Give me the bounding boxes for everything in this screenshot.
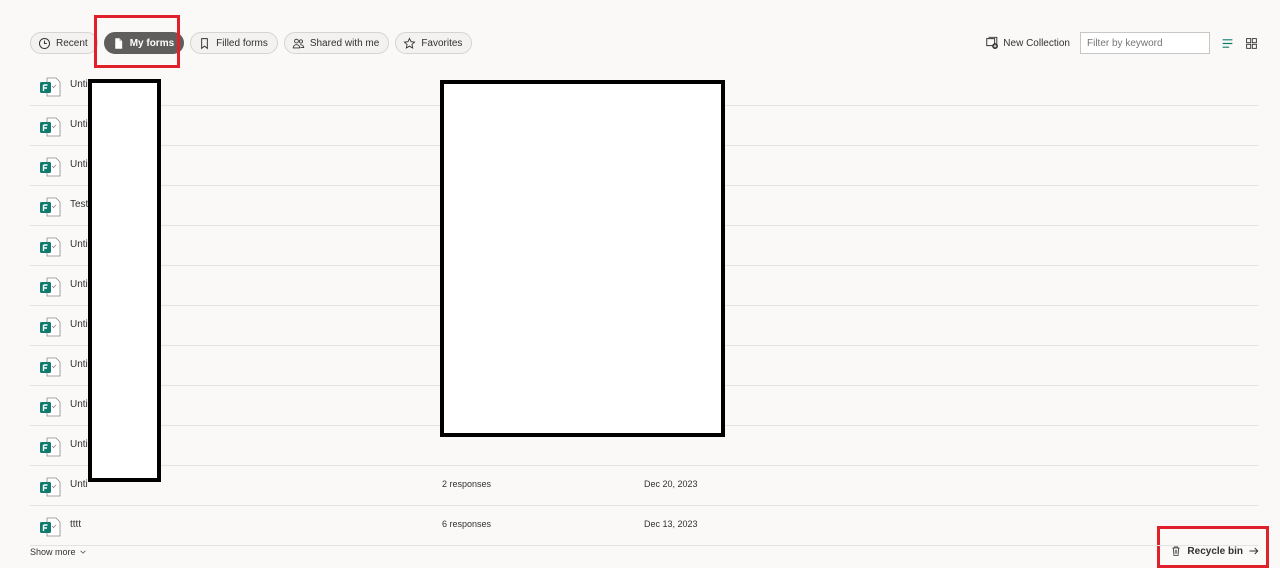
forms-app-icon xyxy=(39,477,61,497)
grid-view-icon xyxy=(1245,37,1257,49)
form-name[interactable]: Unti xyxy=(70,239,88,250)
form-name[interactable]: Unti xyxy=(70,439,88,450)
recycle-bin-label: Recycle bin xyxy=(1187,545,1243,557)
form-name[interactable]: tttt xyxy=(70,519,81,530)
show-more-button[interactable]: Show more xyxy=(30,547,87,557)
new-collection-label: New Collection xyxy=(1003,37,1070,49)
form-date: Dec 20, 2023 xyxy=(644,479,698,489)
grid-view-button[interactable] xyxy=(1244,36,1258,50)
forms-app-icon xyxy=(39,117,61,137)
forms-app-icon xyxy=(39,397,61,417)
show-more-label: Show more xyxy=(30,547,76,557)
tab-favorites[interactable]: Favorites xyxy=(395,32,473,54)
forms-app-icon xyxy=(39,77,61,97)
form-name[interactable]: Unti xyxy=(70,79,88,90)
form-name[interactable]: Unti xyxy=(70,479,88,490)
form-responses: 2 responses xyxy=(442,479,492,489)
arrow-right-icon xyxy=(1249,547,1259,555)
tab-shared-with-me[interactable]: Shared with me xyxy=(283,32,390,54)
clock-icon xyxy=(38,37,51,49)
chevron-down-icon xyxy=(79,550,86,554)
highlight-box-my-forms xyxy=(94,15,180,68)
forms-app-icon xyxy=(39,197,61,217)
trash-icon xyxy=(1172,546,1181,556)
forms-app-icon xyxy=(39,437,61,457)
list-view-icon xyxy=(1222,38,1232,48)
new-collection-icon xyxy=(986,36,999,49)
new-collection-button[interactable]: New Collection xyxy=(985,36,1070,50)
forms-app-icon xyxy=(39,157,61,177)
forms-app-icon xyxy=(39,237,61,257)
redaction-box xyxy=(88,79,161,482)
form-name[interactable]: Unti xyxy=(70,279,88,290)
forms-app-icon xyxy=(39,357,61,377)
bookmark-icon xyxy=(201,37,208,49)
tab-label: Shared with me xyxy=(309,37,380,49)
forms-app-icon xyxy=(39,277,61,297)
form-row[interactable]: Unti 2 responses Dec 20, 2023 xyxy=(30,466,1258,506)
list-view-button[interactable] xyxy=(1220,36,1234,50)
form-row[interactable]: tttt 6 responses Dec 13, 2023 xyxy=(30,506,1258,546)
form-name[interactable]: Unti xyxy=(70,119,88,130)
form-responses: 6 responses xyxy=(442,519,492,529)
star-icon xyxy=(403,36,416,49)
tab-label: Recent xyxy=(56,37,88,49)
toolbar-right: New Collection xyxy=(985,32,1258,54)
form-name[interactable]: Unti xyxy=(70,399,88,410)
filter-keyword-input[interactable] xyxy=(1080,32,1210,54)
tab-label: Filled forms xyxy=(216,37,268,49)
tab-recent[interactable]: Recent xyxy=(30,32,98,54)
form-name[interactable]: Test xyxy=(70,199,88,210)
form-date: Dec 13, 2023 xyxy=(644,519,698,529)
forms-app-icon xyxy=(39,517,61,537)
forms-app-icon xyxy=(39,317,61,337)
form-name[interactable]: Unti xyxy=(70,359,88,370)
tab-label: Favorites xyxy=(421,37,463,49)
people-icon xyxy=(292,38,305,48)
redaction-box xyxy=(440,80,725,437)
recycle-bin-button[interactable]: Recycle bin xyxy=(1170,545,1260,557)
form-name[interactable]: Unti xyxy=(70,159,88,170)
form-name[interactable]: Unti xyxy=(70,319,88,330)
tab-filled-forms[interactable]: Filled forms xyxy=(190,32,278,54)
